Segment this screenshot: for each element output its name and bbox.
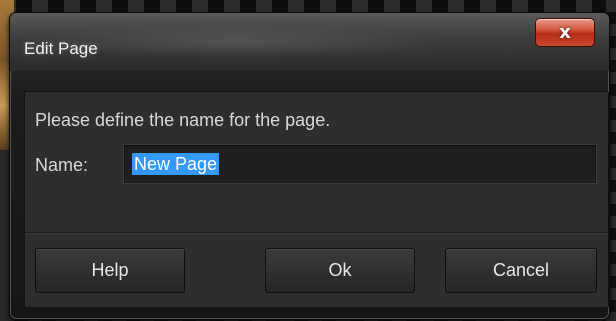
- help-button[interactable]: Help: [35, 248, 185, 293]
- close-icon: x: [559, 21, 571, 43]
- ok-button[interactable]: Ok: [265, 248, 415, 293]
- edit-page-dialog: Edit Page x Please define the name for t…: [9, 12, 610, 320]
- divider: [25, 232, 608, 234]
- name-label: Name:: [35, 155, 89, 175]
- title-bar[interactable]: Edit Page x: [10, 13, 609, 71]
- name-input[interactable]: New Page: [123, 144, 597, 184]
- name-input-value: New Page: [132, 153, 220, 175]
- cancel-button[interactable]: Cancel: [445, 248, 597, 293]
- prompt-text: Please define the name for the page.: [35, 110, 331, 130]
- content-panel: Please define the name for the page. Nam…: [24, 91, 609, 308]
- close-button[interactable]: x: [535, 18, 595, 47]
- dialog-title: Edit Page: [24, 39, 98, 58]
